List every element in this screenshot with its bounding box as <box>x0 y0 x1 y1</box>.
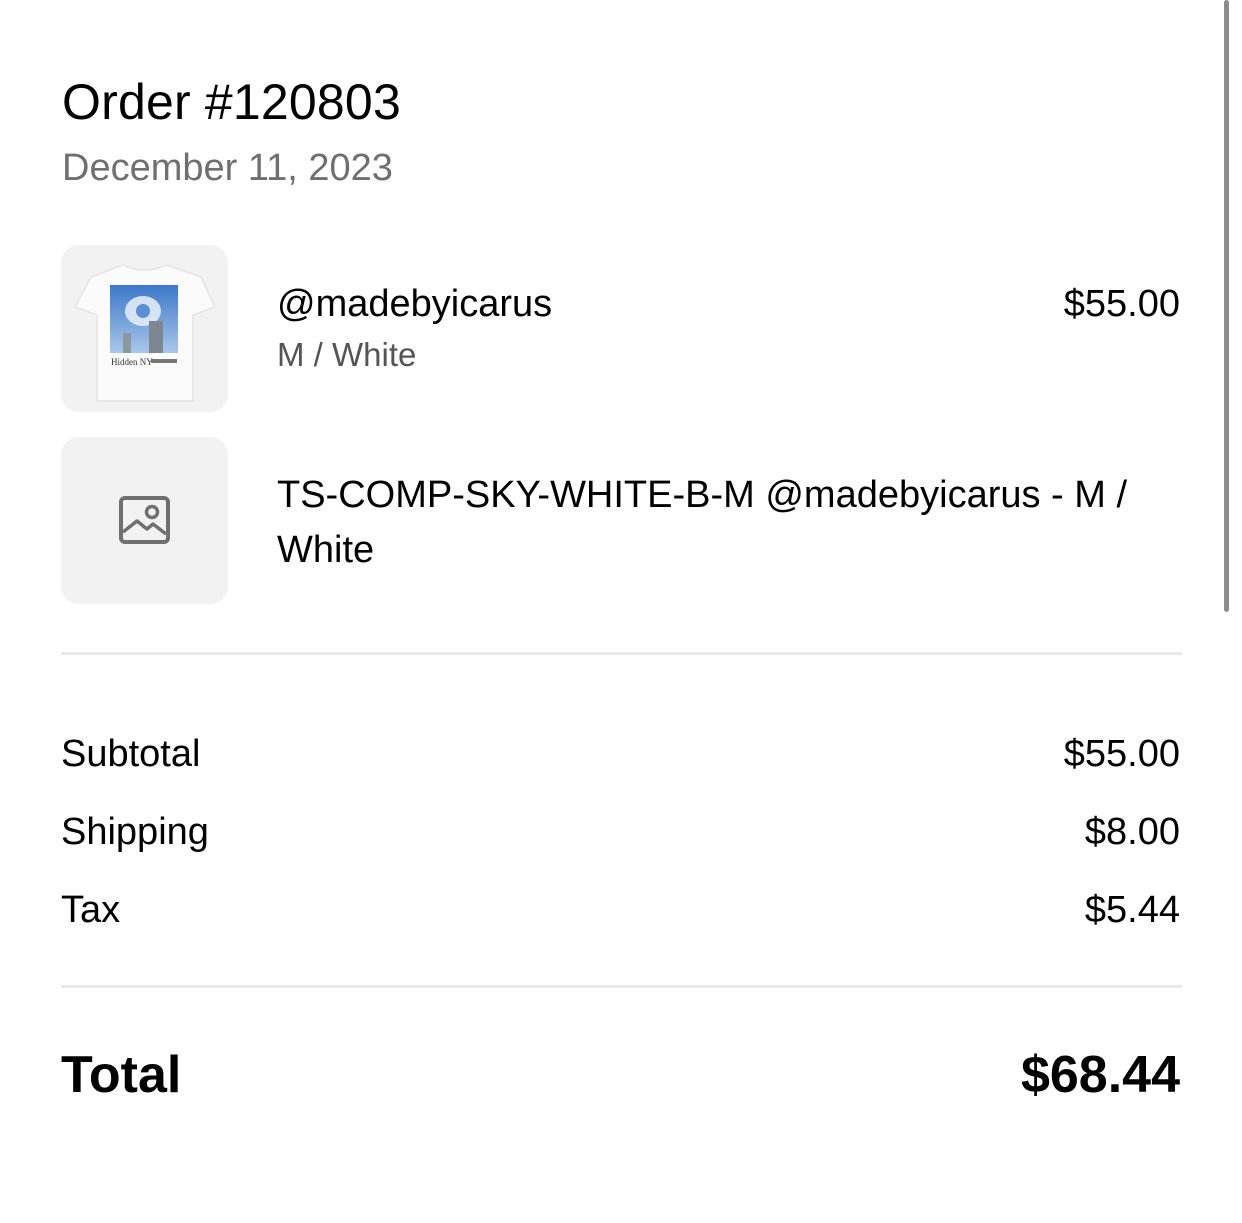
item-name[interactable]: @madebyicarus <box>277 281 552 327</box>
item-name[interactable]: TS-COMP-SKY-WHITE-B-M @madebyicarus - M … <box>277 468 1182 578</box>
order-title: Order #120803 <box>62 74 401 130</box>
product-thumbnail-placeholder[interactable] <box>61 437 228 604</box>
total-value: $68.44 <box>1020 1046 1180 1104</box>
shipping-value: $8.00 <box>1084 811 1180 853</box>
shipping-label: Shipping <box>61 811 209 853</box>
subtotal-value: $55.00 <box>1063 733 1180 775</box>
order-details-page: Order #120803 December 11, 2023 Hidden N… <box>0 0 1242 1223</box>
divider <box>61 652 1182 655</box>
item-variant: M / White <box>277 336 417 373</box>
total-label: Total <box>61 1046 182 1104</box>
product-thumbnail[interactable]: Hidden NY <box>61 245 228 412</box>
item-price: $55.00 <box>1063 283 1180 325</box>
image-placeholder-icon <box>119 496 170 544</box>
tshirt-image: Hidden NY <box>73 264 217 402</box>
subtotal-label: Subtotal <box>61 733 201 775</box>
order-date: December 11, 2023 <box>62 147 393 189</box>
scrollbar[interactable] <box>1224 0 1229 612</box>
tax-label: Tax <box>61 889 121 931</box>
thumbnail-text: Hidden NY <box>111 357 153 367</box>
tax-value: $5.44 <box>1084 889 1180 931</box>
divider <box>61 985 1182 988</box>
